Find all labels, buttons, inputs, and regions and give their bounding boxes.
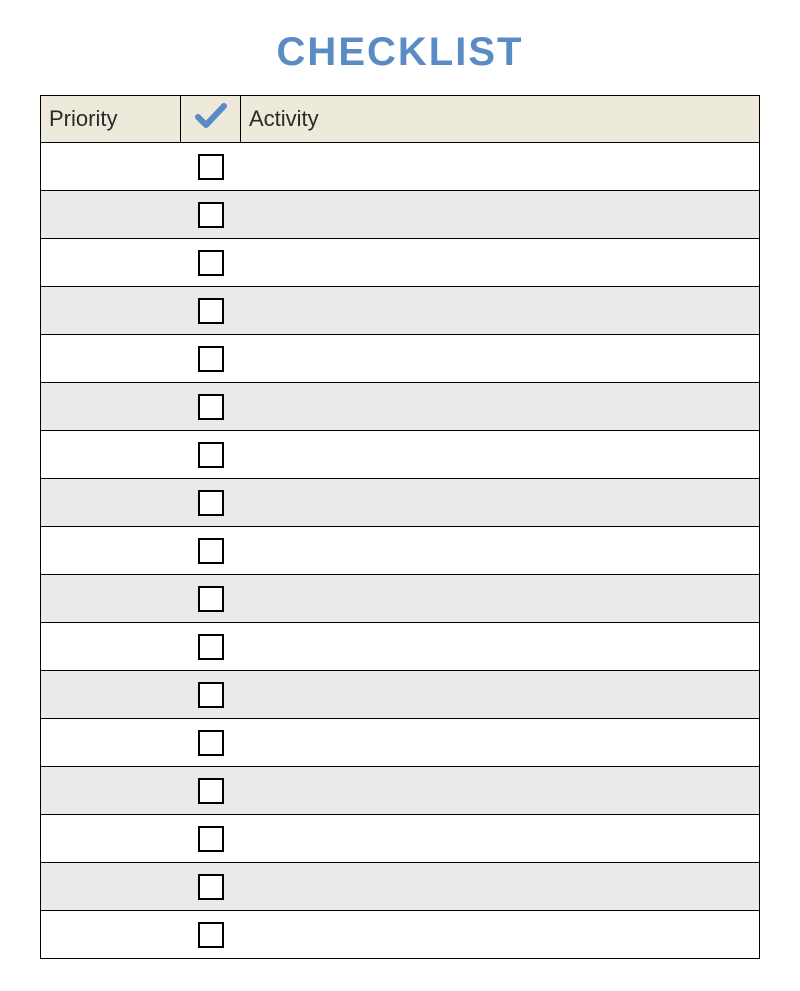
priority-cell[interactable] bbox=[41, 911, 181, 959]
checkbox[interactable] bbox=[198, 394, 224, 420]
checkmark-icon bbox=[195, 102, 227, 136]
priority-cell[interactable] bbox=[41, 143, 181, 191]
priority-cell[interactable] bbox=[41, 815, 181, 863]
check-cell bbox=[181, 527, 241, 575]
table-header-row: Priority Activity bbox=[41, 96, 760, 143]
activity-cell[interactable] bbox=[241, 575, 760, 623]
activity-cell[interactable] bbox=[241, 623, 760, 671]
header-check bbox=[181, 96, 241, 143]
check-cell bbox=[181, 623, 241, 671]
priority-cell[interactable] bbox=[41, 863, 181, 911]
activity-cell[interactable] bbox=[241, 527, 760, 575]
activity-cell[interactable] bbox=[241, 431, 760, 479]
table-row bbox=[41, 191, 760, 239]
check-cell bbox=[181, 719, 241, 767]
table-row bbox=[41, 767, 760, 815]
priority-cell[interactable] bbox=[41, 479, 181, 527]
page-title: CHECKLIST bbox=[40, 30, 760, 75]
checkbox[interactable] bbox=[198, 202, 224, 228]
priority-cell[interactable] bbox=[41, 671, 181, 719]
check-cell bbox=[181, 767, 241, 815]
checkbox[interactable] bbox=[198, 298, 224, 324]
checklist-table: Priority Activity bbox=[40, 95, 760, 959]
table-row bbox=[41, 287, 760, 335]
table-row bbox=[41, 719, 760, 767]
checkbox[interactable] bbox=[198, 922, 224, 948]
priority-cell[interactable] bbox=[41, 767, 181, 815]
priority-cell[interactable] bbox=[41, 239, 181, 287]
check-cell bbox=[181, 431, 241, 479]
activity-cell[interactable] bbox=[241, 671, 760, 719]
checkbox[interactable] bbox=[198, 586, 224, 612]
activity-cell[interactable] bbox=[241, 239, 760, 287]
table-row bbox=[41, 383, 760, 431]
priority-cell[interactable] bbox=[41, 383, 181, 431]
check-cell bbox=[181, 239, 241, 287]
activity-cell[interactable] bbox=[241, 335, 760, 383]
table-row bbox=[41, 815, 760, 863]
table-row bbox=[41, 527, 760, 575]
check-cell bbox=[181, 671, 241, 719]
table-row bbox=[41, 335, 760, 383]
table-row bbox=[41, 863, 760, 911]
activity-cell[interactable] bbox=[241, 815, 760, 863]
table-row bbox=[41, 143, 760, 191]
checkbox[interactable] bbox=[198, 634, 224, 660]
table-row bbox=[41, 479, 760, 527]
check-cell bbox=[181, 575, 241, 623]
check-cell bbox=[181, 815, 241, 863]
table-row bbox=[41, 575, 760, 623]
activity-cell[interactable] bbox=[241, 287, 760, 335]
table-row bbox=[41, 623, 760, 671]
checkbox[interactable] bbox=[198, 682, 224, 708]
check-cell bbox=[181, 911, 241, 959]
checkbox[interactable] bbox=[198, 442, 224, 468]
table-row bbox=[41, 431, 760, 479]
activity-cell[interactable] bbox=[241, 719, 760, 767]
table-row bbox=[41, 671, 760, 719]
priority-cell[interactable] bbox=[41, 335, 181, 383]
activity-cell[interactable] bbox=[241, 911, 760, 959]
check-cell bbox=[181, 143, 241, 191]
check-cell bbox=[181, 191, 241, 239]
check-cell bbox=[181, 335, 241, 383]
activity-cell[interactable] bbox=[241, 767, 760, 815]
checkbox[interactable] bbox=[198, 346, 224, 372]
checkbox[interactable] bbox=[198, 154, 224, 180]
check-cell bbox=[181, 287, 241, 335]
table-row bbox=[41, 911, 760, 959]
priority-cell[interactable] bbox=[41, 431, 181, 479]
activity-cell[interactable] bbox=[241, 479, 760, 527]
priority-cell[interactable] bbox=[41, 575, 181, 623]
checkbox[interactable] bbox=[198, 490, 224, 516]
header-activity: Activity bbox=[241, 96, 760, 143]
checkbox[interactable] bbox=[198, 250, 224, 276]
checkbox[interactable] bbox=[198, 874, 224, 900]
checkbox[interactable] bbox=[198, 538, 224, 564]
header-priority: Priority bbox=[41, 96, 181, 143]
checkbox[interactable] bbox=[198, 826, 224, 852]
priority-cell[interactable] bbox=[41, 287, 181, 335]
priority-cell[interactable] bbox=[41, 527, 181, 575]
check-cell bbox=[181, 383, 241, 431]
check-cell bbox=[181, 479, 241, 527]
priority-cell[interactable] bbox=[41, 191, 181, 239]
check-cell bbox=[181, 863, 241, 911]
activity-cell[interactable] bbox=[241, 143, 760, 191]
activity-cell[interactable] bbox=[241, 191, 760, 239]
activity-cell[interactable] bbox=[241, 863, 760, 911]
priority-cell[interactable] bbox=[41, 623, 181, 671]
checkbox[interactable] bbox=[198, 730, 224, 756]
priority-cell[interactable] bbox=[41, 719, 181, 767]
activity-cell[interactable] bbox=[241, 383, 760, 431]
table-row bbox=[41, 239, 760, 287]
checkbox[interactable] bbox=[198, 778, 224, 804]
